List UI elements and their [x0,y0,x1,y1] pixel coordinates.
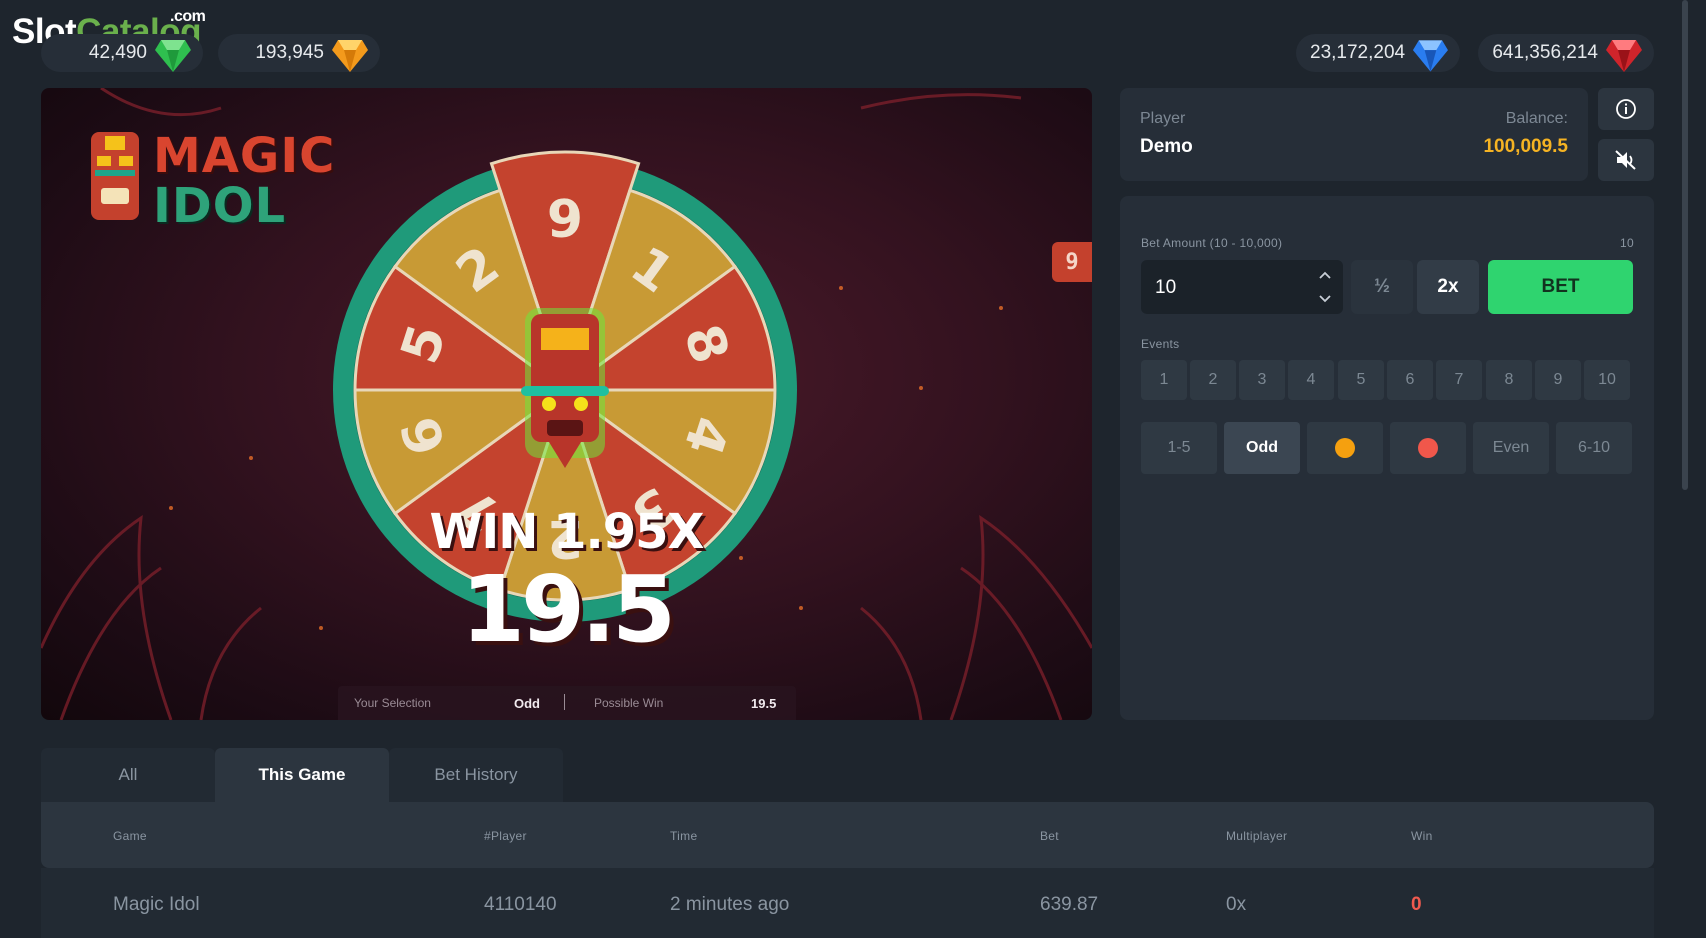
jackpot-value: 23,172,204 [1310,42,1406,63]
event-odd-button[interactable]: Odd [1224,422,1300,474]
event-number-2[interactable]: 2 [1190,360,1236,400]
selection-divider [564,694,565,710]
info-icon [1616,99,1636,119]
event-number-4[interactable]: 4 [1288,360,1334,400]
event-number-3[interactable]: 3 [1239,360,1285,400]
jackpot-value: 42,490 [88,42,147,63]
sound-muted-icon [1615,150,1636,170]
table-row[interactable]: Magic Idol 4110140 2 minutes ago 639.87 … [41,868,1654,938]
half-bet-button[interactable]: ½ [1351,260,1413,314]
sound-toggle-button[interactable] [1598,139,1654,181]
jackpot-orange: 193,945 [218,34,380,72]
col-win: Win [1411,829,1433,843]
cell-win: 0 [1411,894,1422,915]
table-header: Game #Player Time Bet Multiplayer Win [41,802,1654,868]
double-bet-button[interactable]: 2x [1417,260,1479,314]
col-player: #Player [484,829,527,843]
player-card: Player Demo Balance: 100,009.5 [1120,88,1588,181]
tiki-mask-logo-icon [91,132,139,220]
possible-win-label: Possible Win [594,696,664,710]
tab-bet-history[interactable]: Bet History [389,748,563,802]
tab-this-game[interactable]: This Game [215,748,389,802]
balance-label: Balance: [1505,110,1568,127]
blue-gem-icon [1413,40,1449,72]
event-number-1[interactable]: 1 [1141,360,1187,400]
red-dot-icon [1418,438,1438,458]
col-time: Time [670,829,698,843]
selection-label: Your Selection [354,696,431,710]
selection-bar: Your Selection Odd Possible Win 19.5 [338,686,796,720]
event-number-8[interactable]: 8 [1486,360,1532,400]
cell-bet: 639.87 [1040,894,1099,915]
orange-dot-icon [1335,438,1355,458]
last-result-tag[interactable]: 9 [1052,242,1092,282]
bet-amount-label: Bet Amount (10 - 10,000) [1141,236,1283,250]
balance-value: 100,009.5 [1483,136,1568,157]
logo-text-magic: MAGIC [153,128,336,184]
win-amount: 19.5 [461,556,676,663]
stepper-arrows-icon[interactable] [1317,268,1333,306]
game-canvas[interactable]: 9184327652 MAGIC IDOL 9 WIN 1.95X 19.5 Y… [41,88,1092,720]
tab-all[interactable]: All [41,748,215,802]
bet-amount-value: 10 [1155,277,1177,298]
history-tabs: All This Game Bet History [41,748,563,802]
event-number-7[interactable]: 7 [1436,360,1482,400]
tiki-mask-icon [521,308,609,468]
brand-suffix: .com [170,8,206,25]
event-number-9[interactable]: 9 [1535,360,1581,400]
cell-player: 4110140 [484,894,557,915]
event-orange-button[interactable] [1307,422,1383,474]
player-label: Player [1140,110,1186,127]
event-high-range-button[interactable]: 6-10 [1556,422,1632,474]
red-gem-icon [1606,40,1642,72]
info-button[interactable] [1598,88,1654,130]
cell-multiplayer: 0x [1226,894,1247,915]
win-multiplier-label: WIN 1.95X [429,504,704,560]
jackpot-blue: 23,172,204 [1296,34,1460,72]
jackpot-value: 193,945 [255,42,324,63]
jackpot-red: 641,356,214 [1478,34,1654,72]
event-even-button[interactable]: Even [1473,422,1549,474]
player-name: Demo [1140,136,1193,157]
orange-gem-icon [332,40,368,72]
event-low-range-button[interactable]: 1-5 [1141,422,1217,474]
green-gem-icon [155,40,191,72]
logo-text-idol: IDOL [153,178,287,234]
bet-amount-input[interactable]: 10 [1141,260,1343,314]
event-number-6[interactable]: 6 [1387,360,1433,400]
selection-value: Odd [514,695,540,711]
bet-panel: Bet Amount (10 - 10,000) 10 10 ½ 2x BET … [1120,196,1654,720]
event-red-button[interactable] [1390,422,1466,474]
cell-game: Magic Idol [113,894,200,915]
possible-win-value: 19.5 [751,695,777,711]
events-label: Events [1141,337,1180,351]
event-number-5[interactable]: 5 [1338,360,1384,400]
event-number-10[interactable]: 10 [1584,360,1630,400]
jackpot-green: 42,490 [41,34,203,72]
col-bet: Bet [1040,829,1059,843]
col-multiplayer: Multiplayer [1226,829,1288,843]
cell-time: 2 minutes ago [670,894,790,915]
bet-button[interactable]: BET [1488,260,1633,314]
scrollbar[interactable] [1682,0,1688,490]
bet-amount-min: 10 [1620,236,1634,250]
col-game: Game [113,829,147,843]
jackpot-value: 641,356,214 [1492,42,1598,63]
wheel-number: 9 [547,190,583,250]
